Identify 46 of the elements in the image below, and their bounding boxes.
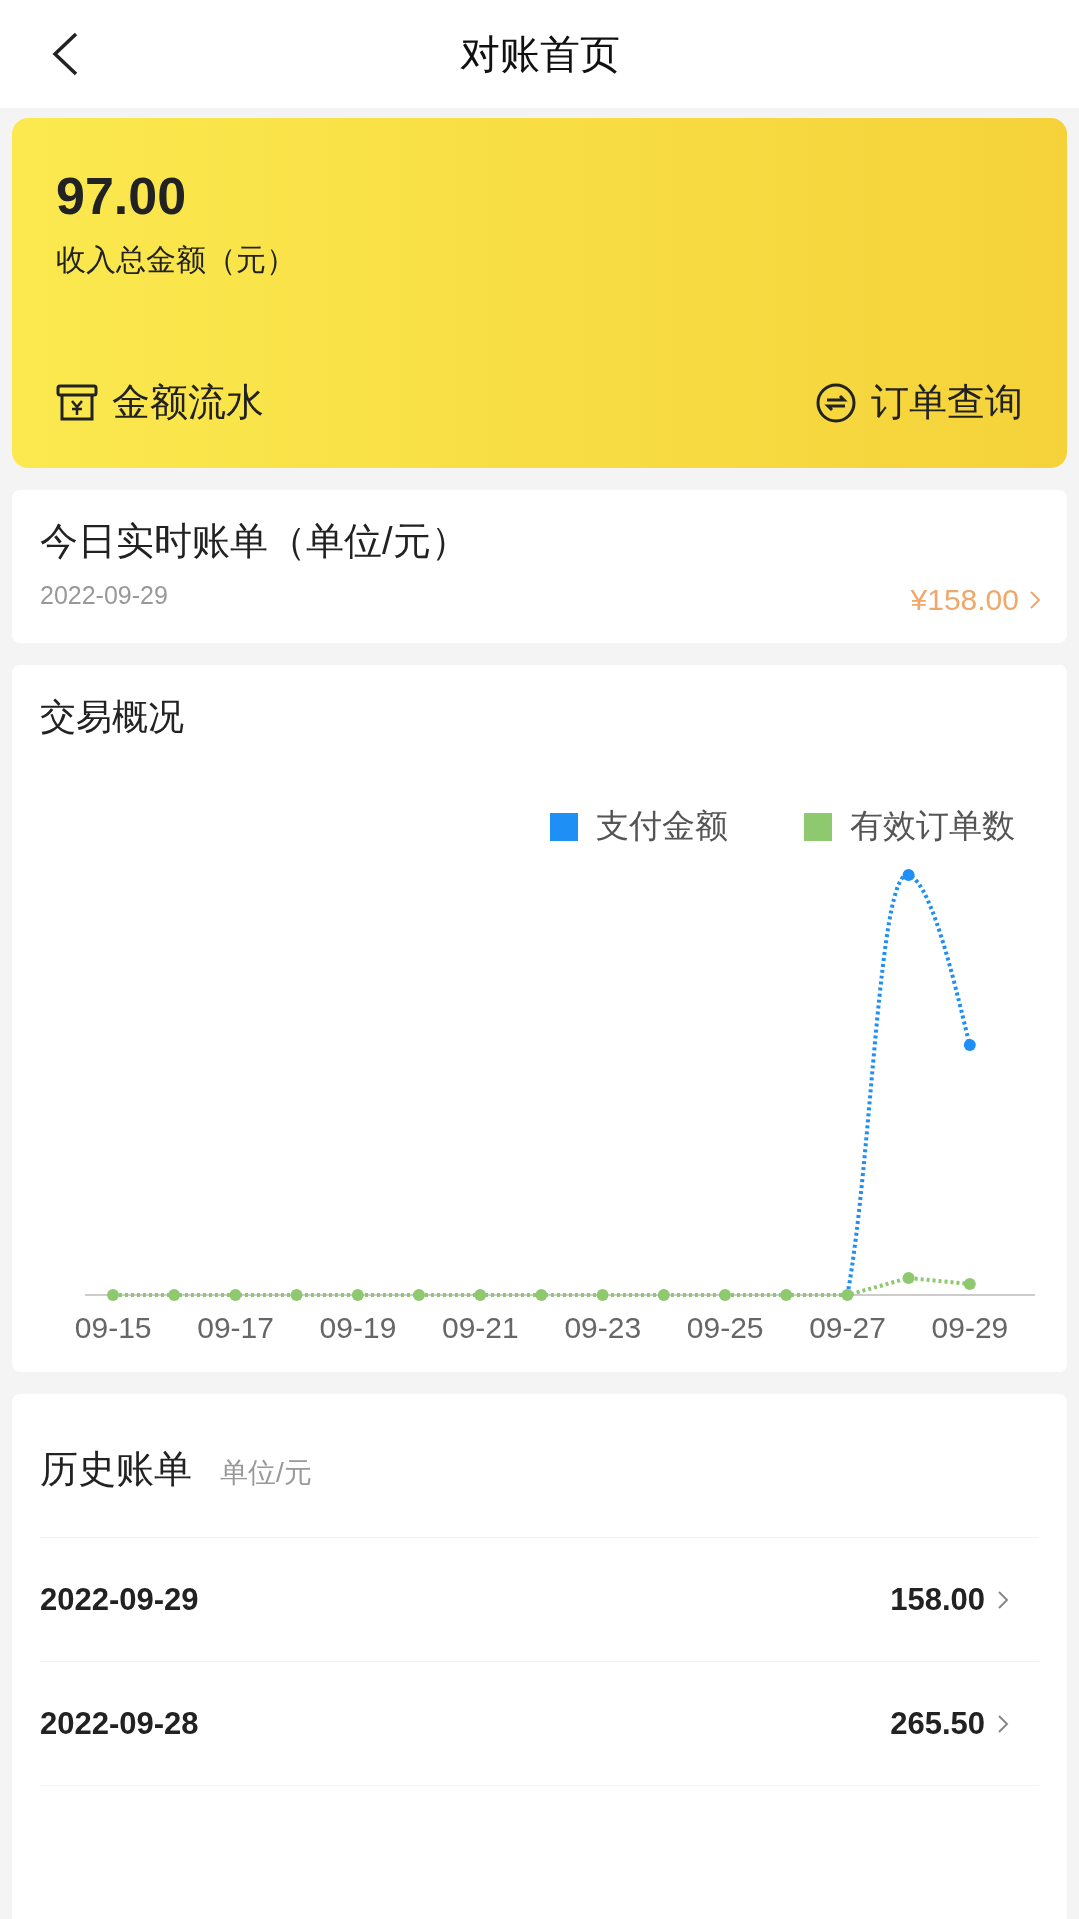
orders-point	[168, 1289, 181, 1301]
orders-point	[780, 1289, 793, 1301]
orders-point	[229, 1289, 242, 1301]
bill-date: 2022-09-28	[40, 1705, 199, 1742]
orders-point	[963, 1278, 976, 1290]
history-title: 历史账单	[40, 1447, 192, 1492]
orders-point	[535, 1289, 548, 1301]
swap-icon	[815, 381, 857, 424]
page-title: 对账首页	[459, 30, 620, 78]
bill-date: 2022-09-29	[40, 1581, 199, 1618]
bill-amount-link[interactable]: 158.00	[890, 1581, 1009, 1618]
axis-label: 09-15	[73, 1311, 153, 1345]
orders-point	[902, 1272, 915, 1284]
payment-point	[963, 1039, 976, 1051]
today-bill-title: 今日实时账单（单位/元）	[40, 519, 469, 564]
orders-point	[290, 1289, 303, 1301]
chevron-icon	[997, 1712, 1009, 1735]
chevron-icon	[1029, 588, 1041, 611]
axis-label: 09-29	[930, 1311, 1010, 1345]
orders-point	[841, 1289, 854, 1301]
orders-point	[474, 1289, 487, 1301]
chart-title: 交易概况	[40, 695, 184, 739]
orders-point	[351, 1289, 364, 1301]
payment-point	[902, 869, 915, 881]
axis-label: 09-25	[685, 1311, 765, 1345]
chevron-icon	[997, 1588, 1009, 1611]
axis-label: 09-19	[318, 1311, 398, 1345]
legend-label: 支付金额	[596, 806, 728, 846]
axis-label: 09-21	[441, 1311, 520, 1345]
box-icon	[56, 382, 98, 423]
axis-label: 09-17	[196, 1311, 275, 1345]
orders-point	[657, 1289, 670, 1301]
bill-amount-link[interactable]: 265.50	[890, 1705, 1009, 1742]
legend-label: 有效订单数	[850, 806, 1015, 846]
axis-label: 09-23	[563, 1311, 643, 1345]
axis-label: 09-27	[808, 1311, 887, 1345]
orders-point	[719, 1289, 731, 1301]
orders-point	[107, 1289, 119, 1301]
orders-point	[596, 1289, 609, 1301]
today-bill-date: 2022-09-29	[40, 581, 168, 610]
summary-action[interactable]: 金额流水	[56, 377, 264, 428]
history-unit: 单位/元	[220, 1456, 312, 1490]
summary-action[interactable]: 订单查询	[815, 377, 1023, 428]
total-amount: 97.00	[56, 166, 187, 226]
orders-point	[413, 1289, 425, 1301]
total-amount-label: 收入总金额（元）	[56, 242, 296, 278]
